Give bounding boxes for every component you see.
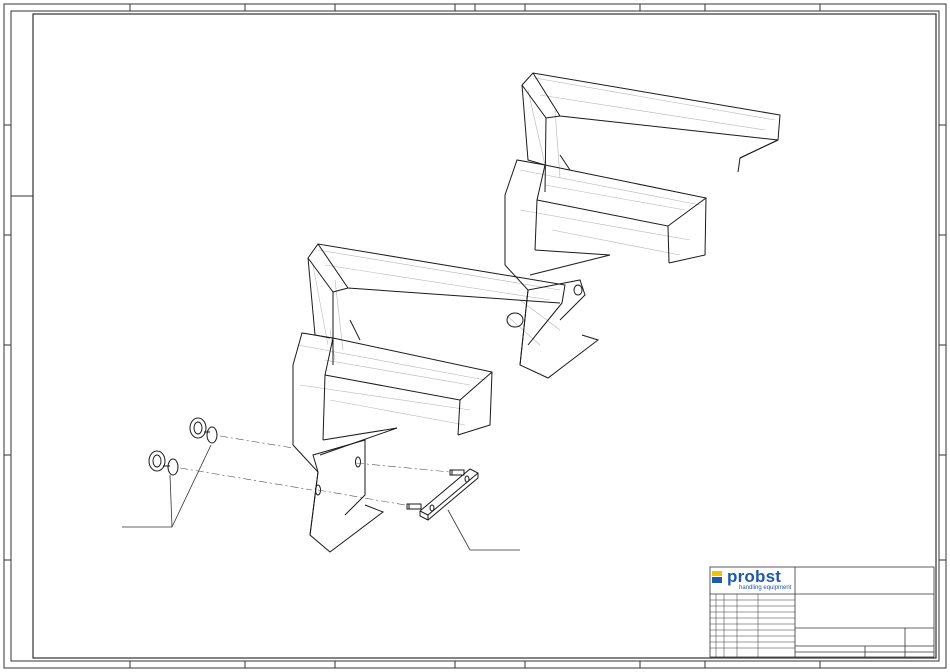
zone-ticks-left bbox=[4, 124, 11, 561]
brand-name: probst bbox=[727, 567, 782, 586]
leader-lines bbox=[122, 444, 520, 551]
bolt-lower bbox=[406, 503, 422, 510]
technical-drawing-sheet bbox=[3, 3, 947, 669]
bolt-upper bbox=[449, 469, 465, 476]
eye-bolt-upper bbox=[189, 417, 218, 444]
bracket-assembly-right bbox=[504, 72, 781, 379]
revision-table bbox=[710, 594, 795, 657]
eye-bolt-lower bbox=[148, 450, 179, 476]
bracket-assembly-left bbox=[292, 243, 566, 553]
brand-logo-icon bbox=[712, 571, 722, 583]
zone-ticks-top bbox=[129, 4, 821, 11]
brand-tagline: handling equipment bbox=[739, 585, 792, 591]
zone-ticks-right bbox=[939, 124, 946, 561]
zone-ticks-bottom bbox=[129, 661, 821, 668]
sheet-frame bbox=[3, 3, 947, 669]
